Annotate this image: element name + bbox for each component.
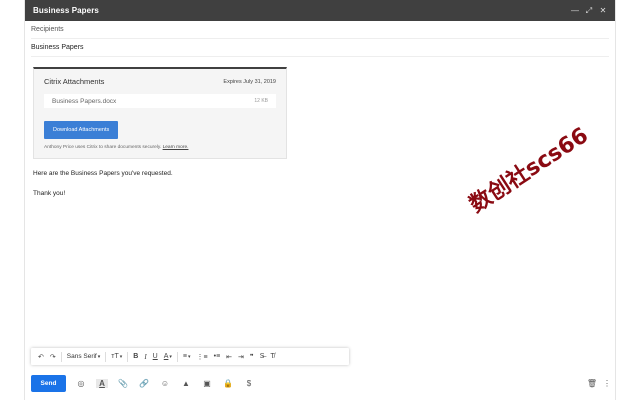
text-size-icon: тT bbox=[111, 353, 119, 360]
download-attachments-button[interactable]: Download Attachments bbox=[44, 121, 119, 139]
strikethrough-icon[interactable]: S̶ bbox=[260, 353, 265, 360]
attachment-footer-text: Anthony Price uses Citrix to share docum… bbox=[44, 145, 162, 150]
attachment-file-name: Business Papers.docx bbox=[52, 97, 117, 105]
clear-formatting-icon[interactable]: T̸ bbox=[270, 353, 274, 360]
close-icon[interactable]: ✕ bbox=[597, 5, 609, 17]
chevron-down-icon: ▾ bbox=[169, 353, 172, 360]
more-options-icon[interactable]: ⋮ bbox=[603, 379, 611, 388]
citrix-icon[interactable]: ◎ bbox=[75, 379, 87, 388]
dollar-icon[interactable]: $ bbox=[243, 379, 255, 388]
insert-link-icon[interactable]: 🔗 bbox=[138, 379, 150, 388]
learn-more-link[interactable]: Learn more. bbox=[163, 145, 189, 150]
divider bbox=[105, 351, 107, 362]
citrix-attachment-card: Citrix Attachments Expires July 31, 2019… bbox=[33, 67, 287, 159]
undo-icon[interactable]: ↶ bbox=[38, 353, 44, 361]
compose-title: Business Papers bbox=[33, 6, 99, 15]
text-color-icon: A bbox=[163, 353, 169, 360]
subject-field[interactable]: Business Papers bbox=[31, 39, 609, 57]
confidential-mode-icon[interactable]: 🔒 bbox=[222, 379, 234, 388]
emoji-icon[interactable]: ☺ bbox=[159, 379, 171, 388]
text-color-button[interactable]: A ▾ bbox=[164, 353, 172, 360]
drive-icon[interactable]: ▲ bbox=[180, 379, 192, 388]
divider bbox=[60, 351, 62, 362]
send-button[interactable]: Send bbox=[31, 374, 66, 392]
compose-titlebar[interactable]: Business Papers — ⤢ ✕ bbox=[25, 0, 615, 21]
chevron-down-icon: ▾ bbox=[119, 353, 123, 360]
chevron-down-icon: ▾ bbox=[97, 354, 101, 360]
align-icon: ≡ bbox=[182, 353, 188, 360]
divider bbox=[127, 351, 129, 362]
font-family-value: Sans Serif bbox=[66, 353, 97, 360]
minimize-icon[interactable]: — bbox=[569, 5, 581, 17]
attachment-footer: Anthony Price uses Citrix to share docum… bbox=[44, 145, 276, 150]
font-size-select[interactable]: тT ▾ bbox=[111, 353, 122, 360]
attachment-card-title: Citrix Attachments bbox=[44, 77, 105, 86]
indent-more-icon[interactable]: ⇥ bbox=[238, 353, 244, 361]
align-button[interactable]: ≡ ▾ bbox=[183, 353, 191, 360]
trash-icon[interactable]: 🗑 bbox=[587, 379, 597, 388]
formatting-options-icon[interactable]: A bbox=[96, 378, 108, 388]
bold-button[interactable]: B bbox=[133, 353, 138, 360]
attach-file-icon[interactable]: 📎 bbox=[117, 379, 129, 388]
insert-photo-icon[interactable]: ▣ bbox=[201, 379, 213, 388]
expand-icon[interactable]: ⤢ bbox=[583, 5, 595, 17]
indent-less-icon[interactable]: ⇤ bbox=[226, 353, 232, 361]
divider bbox=[176, 351, 178, 362]
recipients-field[interactable]: Recipients bbox=[31, 21, 609, 39]
compose-window: Business Papers — ⤢ ✕ Recipients Busines… bbox=[24, 0, 616, 400]
attachment-file-size: 12 KB bbox=[254, 98, 268, 104]
font-family-select[interactable]: Sans Serif▾ bbox=[67, 353, 101, 360]
bulleted-list-icon[interactable]: •≡ bbox=[214, 353, 221, 360]
numbered-list-icon[interactable]: ⋮≡ bbox=[197, 353, 208, 361]
formatting-toolbar: ↶ ↷ Sans Serif▾ тT ▾ B I U A ▾ ≡ ▾ ⋮≡ •≡ ⇤ … bbox=[31, 348, 349, 365]
subject-value: Business Papers bbox=[31, 44, 84, 51]
underline-button[interactable]: U bbox=[153, 353, 158, 360]
recipients-placeholder: Recipients bbox=[31, 26, 64, 33]
italic-button[interactable]: I bbox=[144, 353, 146, 361]
chevron-down-icon: ▾ bbox=[188, 353, 191, 360]
redo-icon[interactable]: ↷ bbox=[50, 353, 56, 361]
quote-icon[interactable]: ❞ bbox=[250, 353, 254, 361]
compose-bottom-bar: Send ◎ A 📎 🔗 ☺ ▲ ▣ 🔒 $ 🗑 ⋮ bbox=[31, 374, 611, 392]
attachment-file-row[interactable]: Business Papers.docx 12 KB bbox=[44, 94, 276, 108]
attachment-expiry: Expires July 31, 2019 bbox=[223, 78, 276, 85]
